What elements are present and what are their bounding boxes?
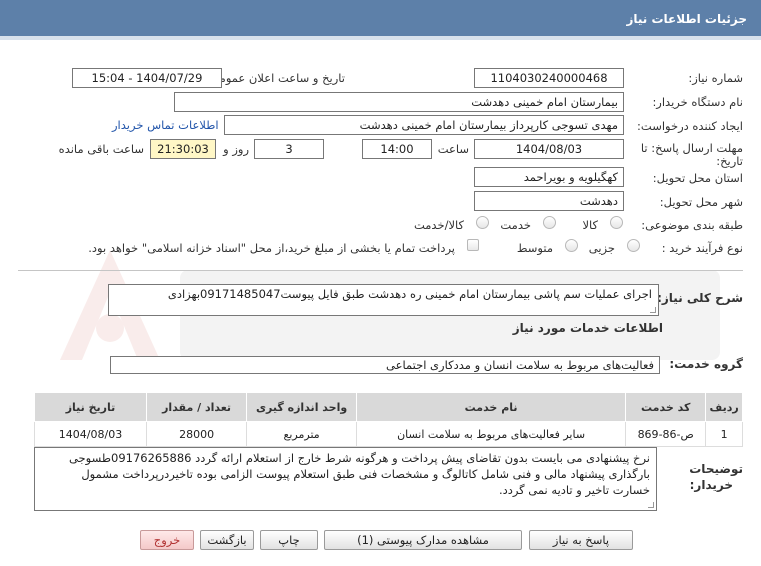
col-need-date: تاریخ نیاز — [34, 392, 147, 422]
page-title: جزئیات اطلاعات نیاز — [626, 12, 747, 26]
cell-row-number: 1 — [705, 421, 743, 447]
back-button[interactable]: بازگشت — [200, 530, 254, 550]
announce-datetime-label: تاریخ و ساعت اعلان عمومی: — [206, 71, 345, 85]
subject-goods-service-radio[interactable] — [476, 216, 489, 229]
reply-time-label: ساعت — [437, 142, 469, 156]
print-button[interactable]: چاپ — [260, 530, 318, 550]
subject-service-radio[interactable] — [543, 216, 556, 229]
section-divider — [18, 270, 743, 271]
cell-service-name: سایر فعالیت‌های مربوط به سلامت انسان — [355, 421, 627, 447]
reply-time-field: 14:00 — [362, 139, 432, 159]
subject-goods-label: کالا — [582, 218, 598, 232]
treasury-payment-checkbox[interactable] — [467, 239, 479, 251]
buyer-contact-link[interactable]: اطلاعات تماس خریدار — [112, 118, 219, 132]
resize-grip-icon[interactable] — [650, 307, 656, 313]
services-info-heading: اطلاعات خدمات مورد نیاز — [512, 321, 663, 335]
resize-grip-icon[interactable] — [648, 502, 654, 508]
reply-date-field: 1404/08/03 — [474, 139, 624, 159]
col-row-number: ردیف — [705, 392, 743, 422]
col-quantity: تعداد / مقدار — [145, 392, 248, 422]
reply-to-need-button[interactable]: پاسخ به نیاز — [529, 530, 633, 550]
need-number-field: 1104030240000468 — [474, 68, 624, 88]
request-creator-field: مهدی تسوجی کارپرداز بیمارستان امام خمینی… — [224, 115, 624, 135]
days-label: روز و — [223, 142, 249, 156]
province-label: استان محل تحویل: — [652, 171, 743, 185]
col-unit: واحد اندازه گیری — [246, 392, 357, 422]
purchase-minor-radio[interactable] — [627, 239, 640, 252]
cell-service-code: ص-86-869 — [625, 421, 707, 447]
purchase-medium-label: متوسط — [516, 241, 553, 255]
announce-datetime-field: 1404/07/29 - 15:04 — [72, 68, 222, 88]
reply-deadline-label: مهلت ارسال پاسخ: تا — [640, 141, 743, 155]
subject-service-label: خدمت — [500, 218, 531, 232]
buyer-notes-textarea[interactable]: نرخ پیشنهادی می بایست بدون تقاضای پیش پر… — [34, 447, 657, 511]
province-field: کهگیلویه و بویراحمد — [474, 167, 624, 187]
subject-goods-radio[interactable] — [610, 216, 623, 229]
subject-goods-service-label: کالا/خدمت — [413, 218, 464, 232]
city-field: دهدشت — [474, 191, 624, 211]
buyer-notes-text: نرخ پیشنهادی می بایست بدون تقاضای پیش پر… — [68, 451, 650, 497]
exit-button[interactable]: خروج — [140, 530, 194, 550]
cell-unit: مترمربع — [246, 421, 357, 447]
remaining-label: ساعت باقی مانده — [58, 142, 144, 156]
buyer-org-label: نام دستگاه خریدار: — [652, 95, 743, 109]
purchase-medium-radio[interactable] — [565, 239, 578, 252]
purchase-minor-label: جزیی — [588, 241, 615, 255]
services-table: ردیف کد خدمت نام خدمت واحد اندازه گیری ت… — [34, 392, 743, 447]
service-group-label: گروه خدمت: — [669, 357, 743, 371]
buyer-org-field: بیمارستان امام خمینی دهدشت — [174, 92, 624, 112]
need-description-label: شرح کلی نیاز: — [657, 291, 743, 305]
buyer-notes-label-2: خریدار: — [689, 478, 733, 492]
col-service-code: کد خدمت — [625, 392, 707, 422]
buyer-notes-label: توضیحات — [689, 462, 743, 476]
need-description-textarea[interactable]: اجرای عملیات سم پاشی بیمارستان امام خمین… — [108, 284, 659, 316]
reply-deadline-date-label: تاریخ: — [716, 154, 743, 168]
col-service-name: نام خدمت — [355, 392, 627, 422]
service-group-field: فعالیت‌های مربوط به سلامت انسان و مددکار… — [110, 356, 660, 374]
days-field: 3 — [254, 139, 324, 159]
view-attachments-button[interactable]: مشاهده مدارک پیوستی (1) — [324, 530, 522, 550]
treasury-payment-note: پرداخت تمام یا بخشی از مبلغ خرید،از محل … — [88, 241, 455, 255]
purchase-type-label: نوع فرآیند خرید : — [661, 241, 743, 255]
table-header-row: ردیف کد خدمت نام خدمت واحد اندازه گیری ت… — [34, 392, 743, 422]
cell-quantity: 28000 — [145, 421, 248, 447]
need-number-label: شماره نیاز: — [688, 71, 743, 85]
remaining-time-field: 21:30:03 — [150, 139, 216, 159]
need-description-text: اجرای عملیات سم پاشی بیمارستان امام خمین… — [167, 287, 652, 301]
table-row: 1 ص-86-869 سایر فعالیت‌های مربوط به سلام… — [34, 421, 743, 447]
request-creator-label: ایجاد کننده درخواست: — [637, 119, 743, 133]
subject-category-label: طبقه بندی موضوعی: — [641, 218, 743, 232]
cell-need-date: 1404/08/03 — [34, 421, 147, 447]
city-label: شهر محل تحویل: — [659, 195, 743, 209]
